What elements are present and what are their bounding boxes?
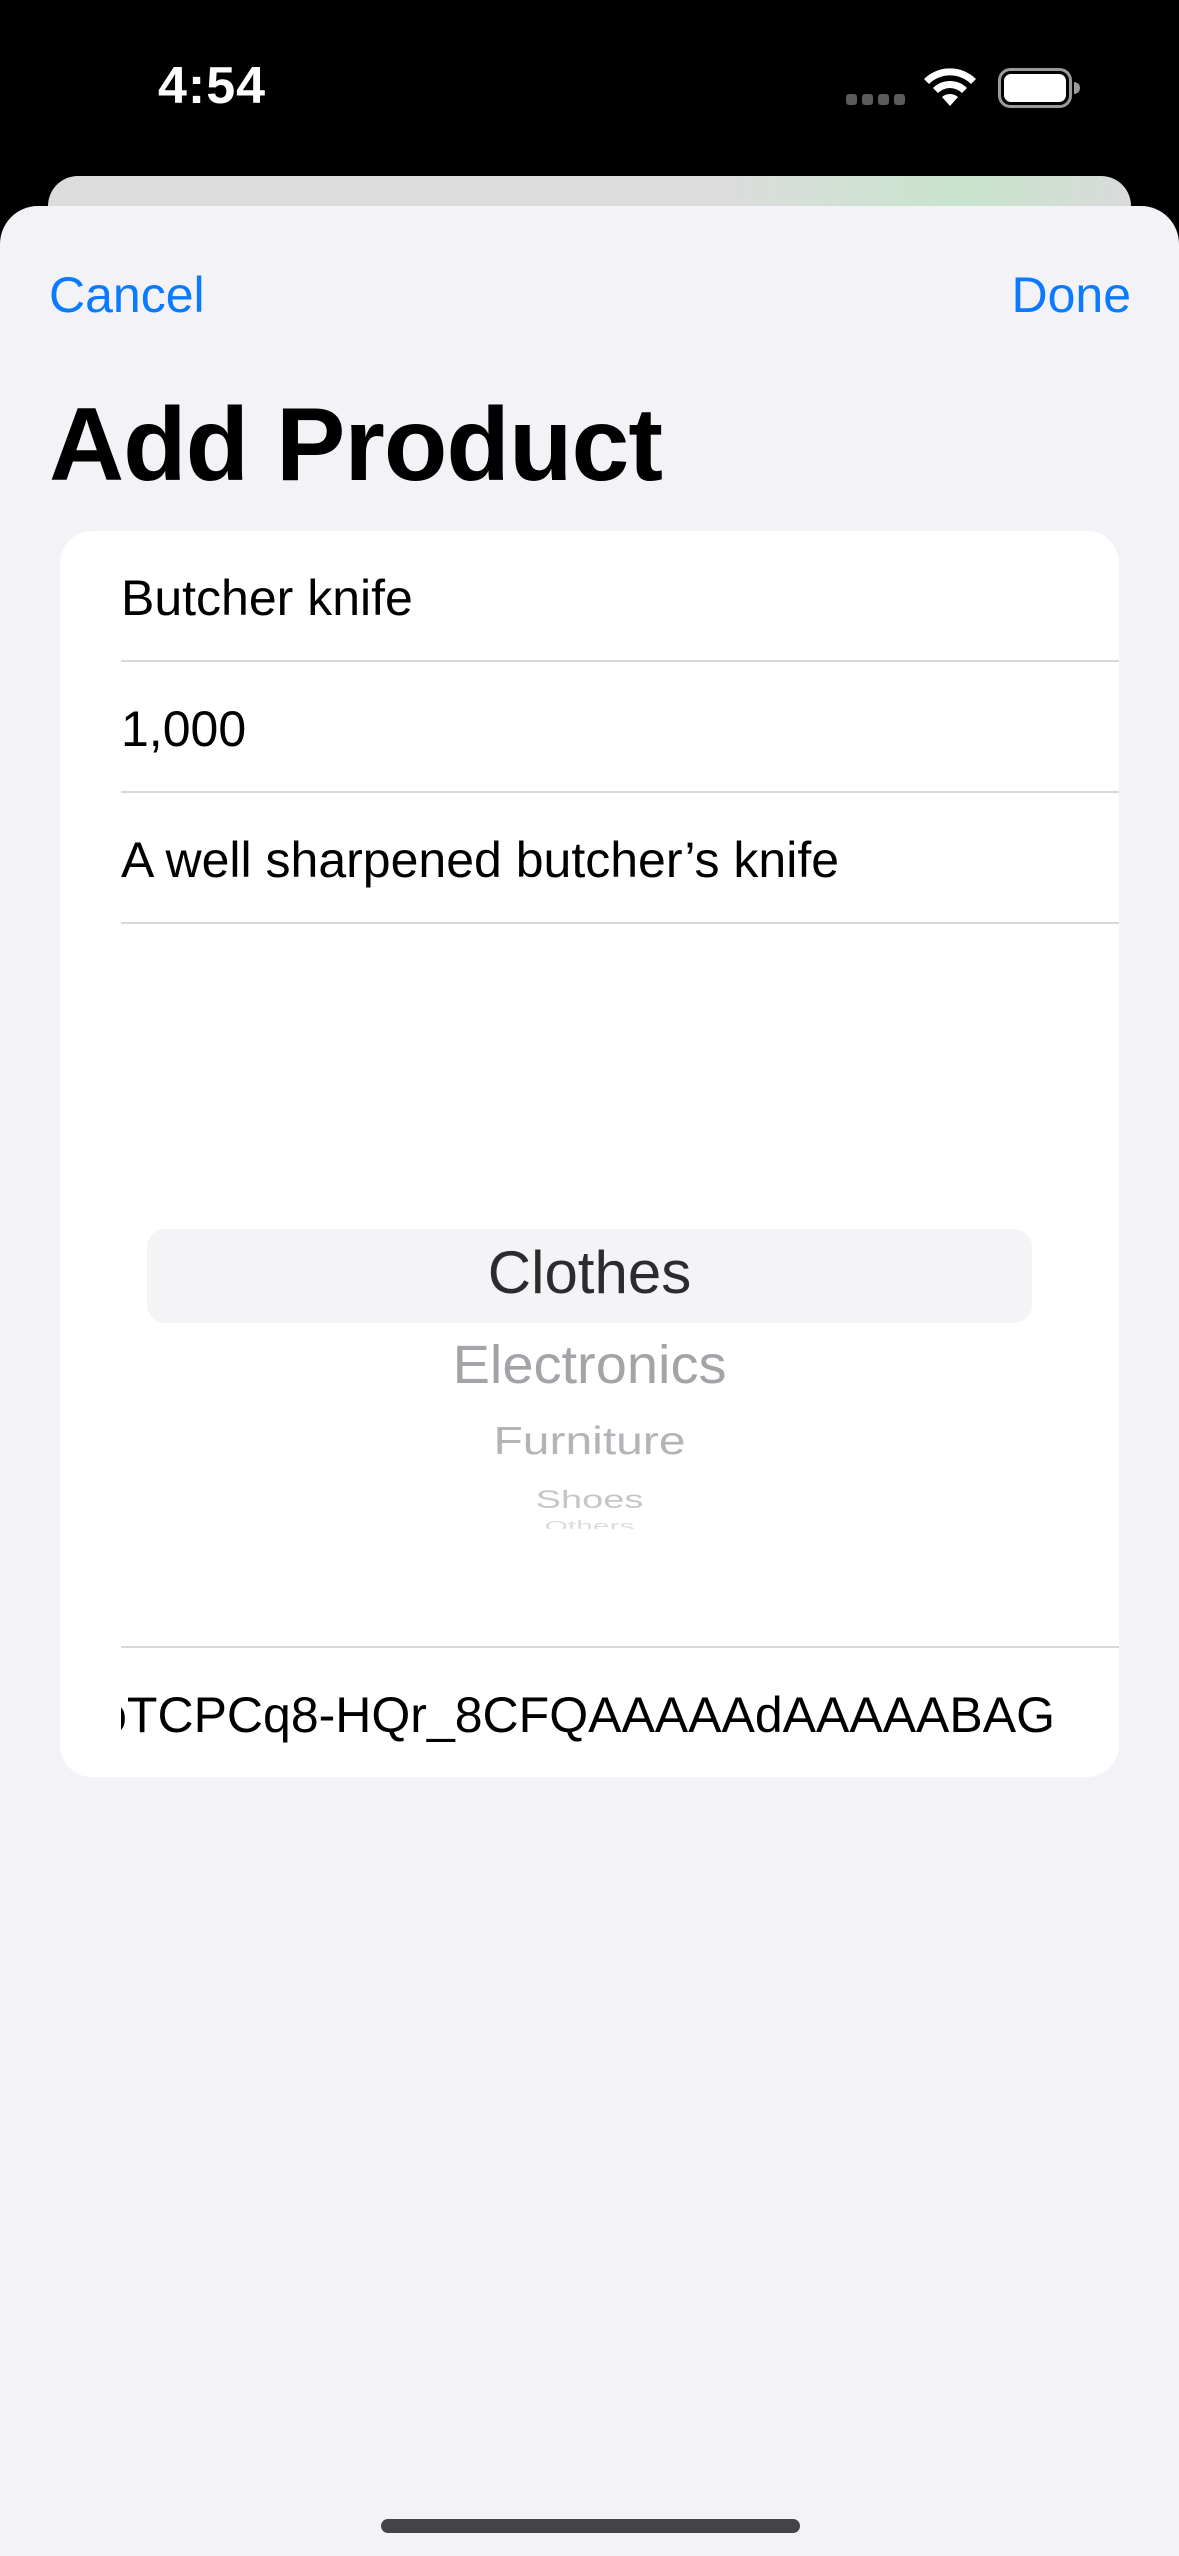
picker-option-shoes[interactable]: Shoes (60, 1486, 1119, 1514)
id-field-value[interactable]: oTCPCq8-HQr_8CFQAAAAAdAAAAABAG (121, 1686, 1055, 1744)
name-field[interactable]: Butcher knife (121, 531, 1119, 662)
cancel-button[interactable]: Cancel (49, 266, 205, 324)
picker-option-electronics[interactable]: Electronics (60, 1333, 1119, 1395)
category-picker[interactable]: Clothes Electronics Furniture Shoes Othe… (60, 924, 1119, 1646)
page-title: Add Product (49, 387, 663, 503)
battery-icon (998, 68, 1080, 108)
price-field-value[interactable]: 1,000 (121, 700, 246, 758)
wifi-icon (924, 68, 976, 106)
product-form: Butcher knife 1,000 A well sharpened but… (60, 531, 1119, 1777)
picker-option-others[interactable]: Others (60, 1518, 1119, 1529)
modal-sheet: Cancel Done Add Product Butcher knife 1,… (0, 206, 1179, 2556)
description-field-value[interactable]: A well sharpened butcher’s knife (121, 831, 839, 889)
picker-option-clothes[interactable]: Clothes (60, 1238, 1119, 1307)
done-button[interactable]: Done (1011, 266, 1131, 324)
status-time: 4:54 (158, 57, 267, 115)
status-bar: 4:54 (0, 0, 1179, 180)
add-product-screen: 4:54 Cancel Done Add Product Butcher kni… (0, 0, 1179, 2556)
description-field[interactable]: A well sharpened butcher’s knife (121, 793, 1119, 924)
price-field[interactable]: 1,000 (121, 662, 1119, 793)
id-field[interactable]: oTCPCq8-HQr_8CFQAAAAAdAAAAABAG (121, 1646, 1119, 1777)
name-field-value[interactable]: Butcher knife (121, 569, 413, 627)
cellular-signal-icon (846, 94, 906, 106)
home-indicator[interactable] (381, 2519, 800, 2533)
picker-option-furniture[interactable]: Furniture (60, 1419, 1119, 1464)
